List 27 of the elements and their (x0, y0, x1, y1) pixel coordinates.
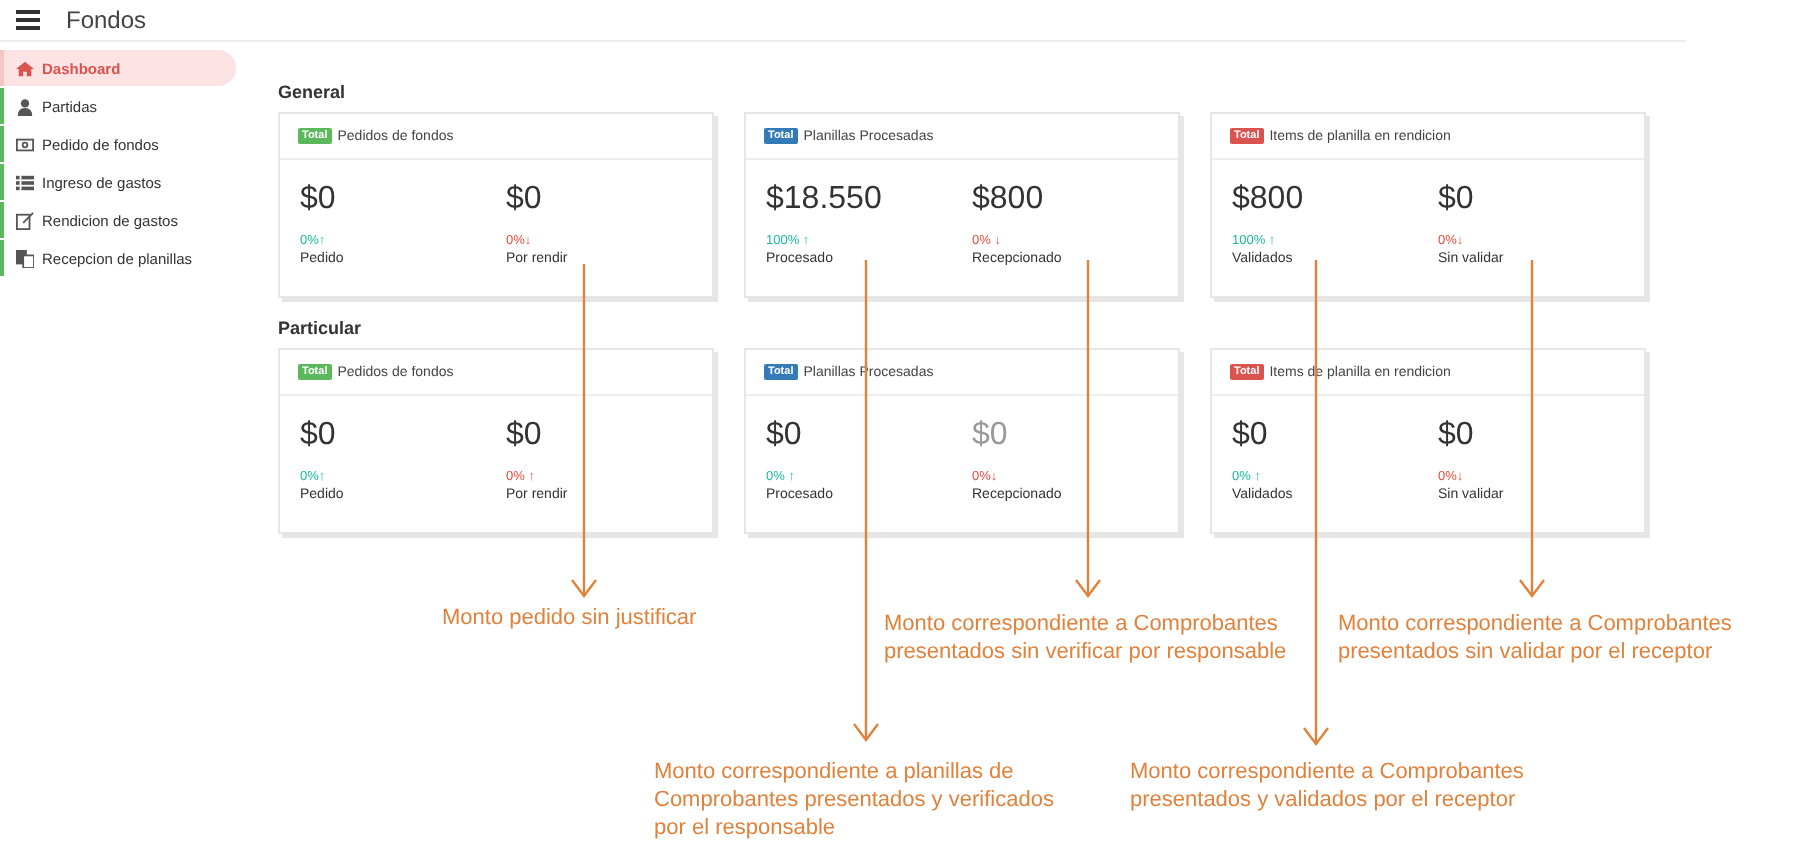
home-icon (16, 59, 34, 77)
amount: $18.550 (766, 182, 884, 220)
user-icon (16, 97, 34, 115)
copy-icon (16, 249, 34, 267)
list-icon (16, 173, 34, 191)
amount: $800 (1232, 182, 1306, 220)
annotation-text: Monto correspondiente a Comprobantes presentados sin validar por el receptor (1338, 610, 1734, 666)
amount: $0 (506, 182, 544, 220)
amount: $0 (972, 418, 1010, 456)
section-title: General (278, 82, 348, 102)
app-title: Fondos (66, 6, 147, 34)
amount: $0 (1438, 182, 1476, 220)
section-title: Particular (278, 318, 364, 338)
amount: $0 (300, 418, 338, 456)
annotation-text: Monto correspondiente a Comprobantes presentados y validados por el receptor (1130, 758, 1526, 814)
amount: $0 (1232, 418, 1270, 456)
amount: $800 (972, 182, 1046, 220)
edit-icon (16, 211, 34, 229)
amount: $0 (1438, 418, 1476, 456)
amount: $0 (506, 418, 544, 456)
annotation-text: Monto pedido sin justificar (442, 604, 699, 632)
annotation-text: Monto correspondiente a Comprobantes presentados sin verificar por responsable (884, 610, 1289, 666)
amount: $0 (300, 182, 338, 220)
menu-icon[interactable] (16, 10, 40, 30)
banknote-icon (16, 135, 34, 153)
annotation-text: Monto correspondiente a planillas de Comprobantes presentados y verificados por el responsable (654, 758, 1056, 842)
amount: $0 (766, 418, 804, 456)
